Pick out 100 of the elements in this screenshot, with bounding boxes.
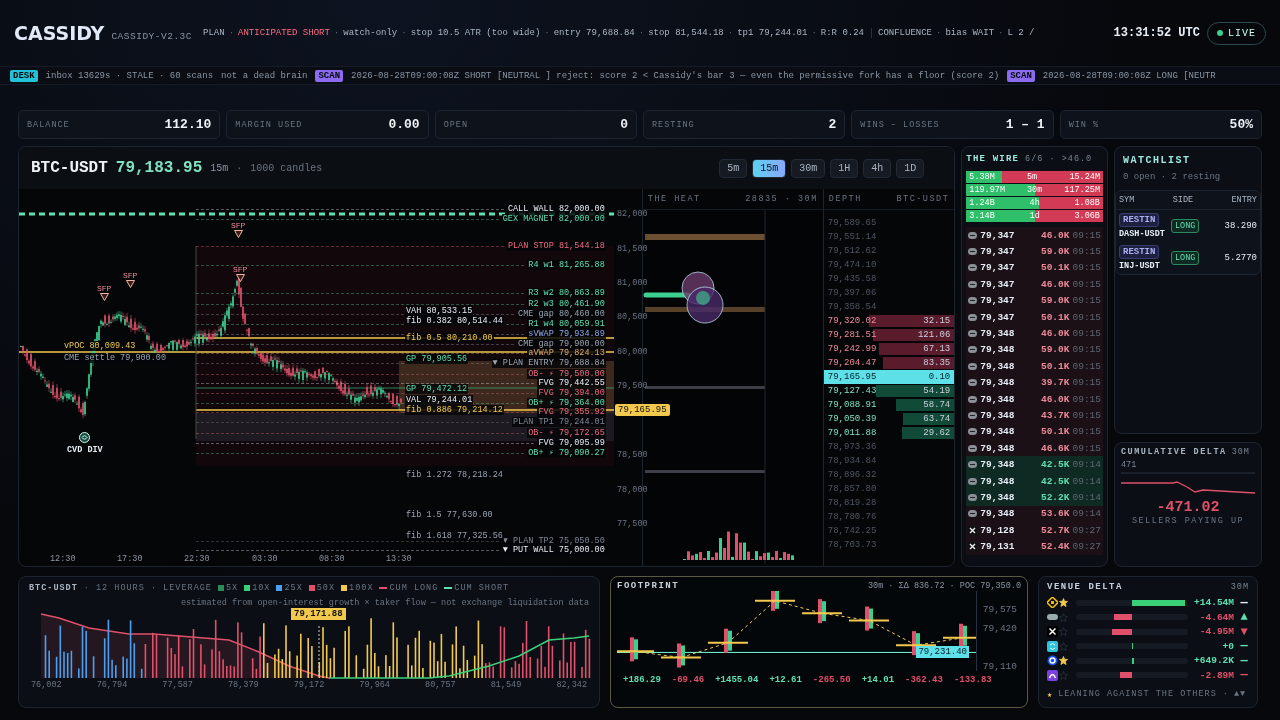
trade-price: 79,348 xyxy=(980,491,1016,503)
delta-value: -265.50 xyxy=(812,675,851,685)
legend-label: 10X xyxy=(252,583,271,593)
delta-value: +14.01 xyxy=(861,675,895,685)
axis-tick-label: 77,587 xyxy=(162,680,193,690)
status-badge: RESTIN xyxy=(1119,213,1160,227)
panel-title: THE WIRE xyxy=(966,154,1020,164)
trade-price: 79,347 xyxy=(980,229,1016,241)
legend-label: 100X xyxy=(349,583,374,593)
depth-price: 79,204.47 xyxy=(827,358,877,368)
delta-value: +12.61 xyxy=(769,675,802,685)
depth-price: 79,474.10 xyxy=(827,260,877,270)
level-label: R1 w4 80,059.91 xyxy=(527,319,606,329)
axis-tick-label: 81,549 xyxy=(490,680,522,690)
panel-meta: 30M xyxy=(1231,447,1250,457)
trade-size: 50.1K xyxy=(1040,426,1070,438)
stat-label: MARGIN USED xyxy=(235,119,303,130)
axis-tick-label: 78,500 xyxy=(617,450,648,460)
stat-value: 0 xyxy=(620,117,628,132)
depth-size: 83.35 xyxy=(923,358,951,368)
price-tooltip: 79,171.88 xyxy=(291,608,346,620)
trade-size: 43.7K xyxy=(1040,410,1070,421)
buy-volume: 1.24B xyxy=(969,198,995,208)
axis-tick-label: 79,420 xyxy=(982,623,1017,636)
version-label: CASSIDY-V2.3C xyxy=(111,30,192,42)
trade-size: 46.0K xyxy=(1040,393,1070,405)
plan-text: watch-only xyxy=(343,28,398,38)
down-triangle-icon xyxy=(235,274,245,282)
trade-size: 46.6K xyxy=(1040,442,1070,454)
symbol-text: INJ-USDT xyxy=(1119,261,1161,271)
level-label: CALL WALL 82,000.00 xyxy=(506,204,606,214)
depth-price: 78,857.80 xyxy=(827,484,877,494)
timeframe-tab[interactable]: 15m xyxy=(752,158,787,178)
trend-mark: — xyxy=(1239,668,1249,683)
delta-value: -2.89M xyxy=(1199,669,1234,681)
down-triangle-icon xyxy=(233,230,243,238)
buy-volume: 119.97M xyxy=(969,185,1005,195)
level-label: FVG 79,355.92 xyxy=(537,407,606,417)
trend-mark: — xyxy=(1239,639,1249,654)
plan-text: tp1 79,244.01 xyxy=(737,28,808,38)
depth-price: 79,165.95 xyxy=(827,372,877,382)
timeframe-tab[interactable]: 1D xyxy=(896,158,925,178)
axis-tick-label: 77,500 xyxy=(617,519,648,529)
axis-tick-label: 79,964 xyxy=(359,680,390,690)
panel-meta: · 12 HOURS · LEVERAGE xyxy=(83,583,212,593)
axis-tick-label: 80,000 xyxy=(617,347,648,357)
ticker-text: 2026-08-28T09:00:08Z LONG [NEUTR xyxy=(1042,70,1216,81)
axis-tick-label: 81,500 xyxy=(617,244,648,254)
trade-price: 79,348 xyxy=(980,393,1016,405)
level-label: OB- ⚡ 79,172.65 xyxy=(527,428,606,438)
ticker-text: inbox 13629s · STALE · 60 scans xyxy=(45,70,214,81)
panel-title: WATCHLIST xyxy=(1122,154,1192,168)
sort-arrows[interactable]: ▲▼ xyxy=(1233,689,1247,700)
delta-value: -4.95M xyxy=(1199,626,1234,638)
status-badge: RESTIN xyxy=(1119,245,1160,259)
plan-text: stop 81,544.18 xyxy=(648,28,724,38)
timeframe-tab[interactable]: 1H xyxy=(830,158,859,178)
axis-tick-label: 80,500 xyxy=(617,312,648,322)
legend-label: 5X xyxy=(225,583,239,593)
stat-value: 2 xyxy=(828,117,837,132)
depth-price: 79,050.39 xyxy=(827,414,877,424)
timeframe-tab[interactable]: 4h xyxy=(863,158,892,178)
scale-label: 471 xyxy=(1121,460,1137,470)
sell-volume: 117.25M xyxy=(1064,185,1100,195)
marker-label: SFP xyxy=(233,265,248,274)
stat-value: 0.00 xyxy=(388,117,420,132)
footer-text: LEANING AGAINST THE OTHERS · xyxy=(1058,689,1229,700)
cursor-line xyxy=(318,625,320,679)
axis-tick-label: 12:30 xyxy=(50,554,76,564)
depth-price: 78,973.36 xyxy=(827,442,877,452)
level-label: GP 79,905.56 xyxy=(405,354,469,364)
level-label: GEX MAGNET 82,000.00 xyxy=(501,214,606,224)
sell-volume: 3.06B xyxy=(1074,211,1100,221)
delta-value: -362.43 xyxy=(905,675,943,685)
clock: 13:31:52 UTC xyxy=(1113,26,1200,40)
window-label: 5m xyxy=(1027,172,1038,182)
axis-tick-label: 79,172 xyxy=(293,680,325,690)
trade-time: 09:15 xyxy=(1072,442,1101,454)
plan-text: PLAN xyxy=(203,28,225,38)
timeframe-tab[interactable]: 5m xyxy=(719,158,748,178)
timeframe-tab[interactable]: 30m xyxy=(791,158,826,178)
level-label: R4 w1 81,265.88 xyxy=(527,260,606,270)
plan-text: · xyxy=(401,28,407,38)
legend-label: CUM SHORT xyxy=(454,583,510,593)
trade-price: 79,348 xyxy=(980,459,1016,471)
trade-time: 09:15 xyxy=(1072,393,1101,405)
axis-tick-label: 78,000 xyxy=(617,485,648,495)
sell-volume: 1.08B xyxy=(1074,198,1100,208)
trade-price: 79,347 xyxy=(980,295,1016,307)
depth-price: 79,088.91 xyxy=(827,400,877,410)
level-label: VAL 79,244.01 xyxy=(405,395,474,405)
level-label: FVG 79,095.99 xyxy=(537,438,606,448)
stat-label: BALANCE xyxy=(27,119,70,130)
trade-price: 79,348 xyxy=(980,328,1016,340)
trade-time: 09:15 xyxy=(1072,246,1101,258)
axis-tick-label: 22:30 xyxy=(184,554,210,564)
trade-price: 79,348 xyxy=(980,508,1016,520)
panel-title: DEPTH xyxy=(828,194,862,204)
level-label: vPOC 80,009.43 xyxy=(63,341,137,351)
marker-label: CVD DIV xyxy=(67,445,103,455)
